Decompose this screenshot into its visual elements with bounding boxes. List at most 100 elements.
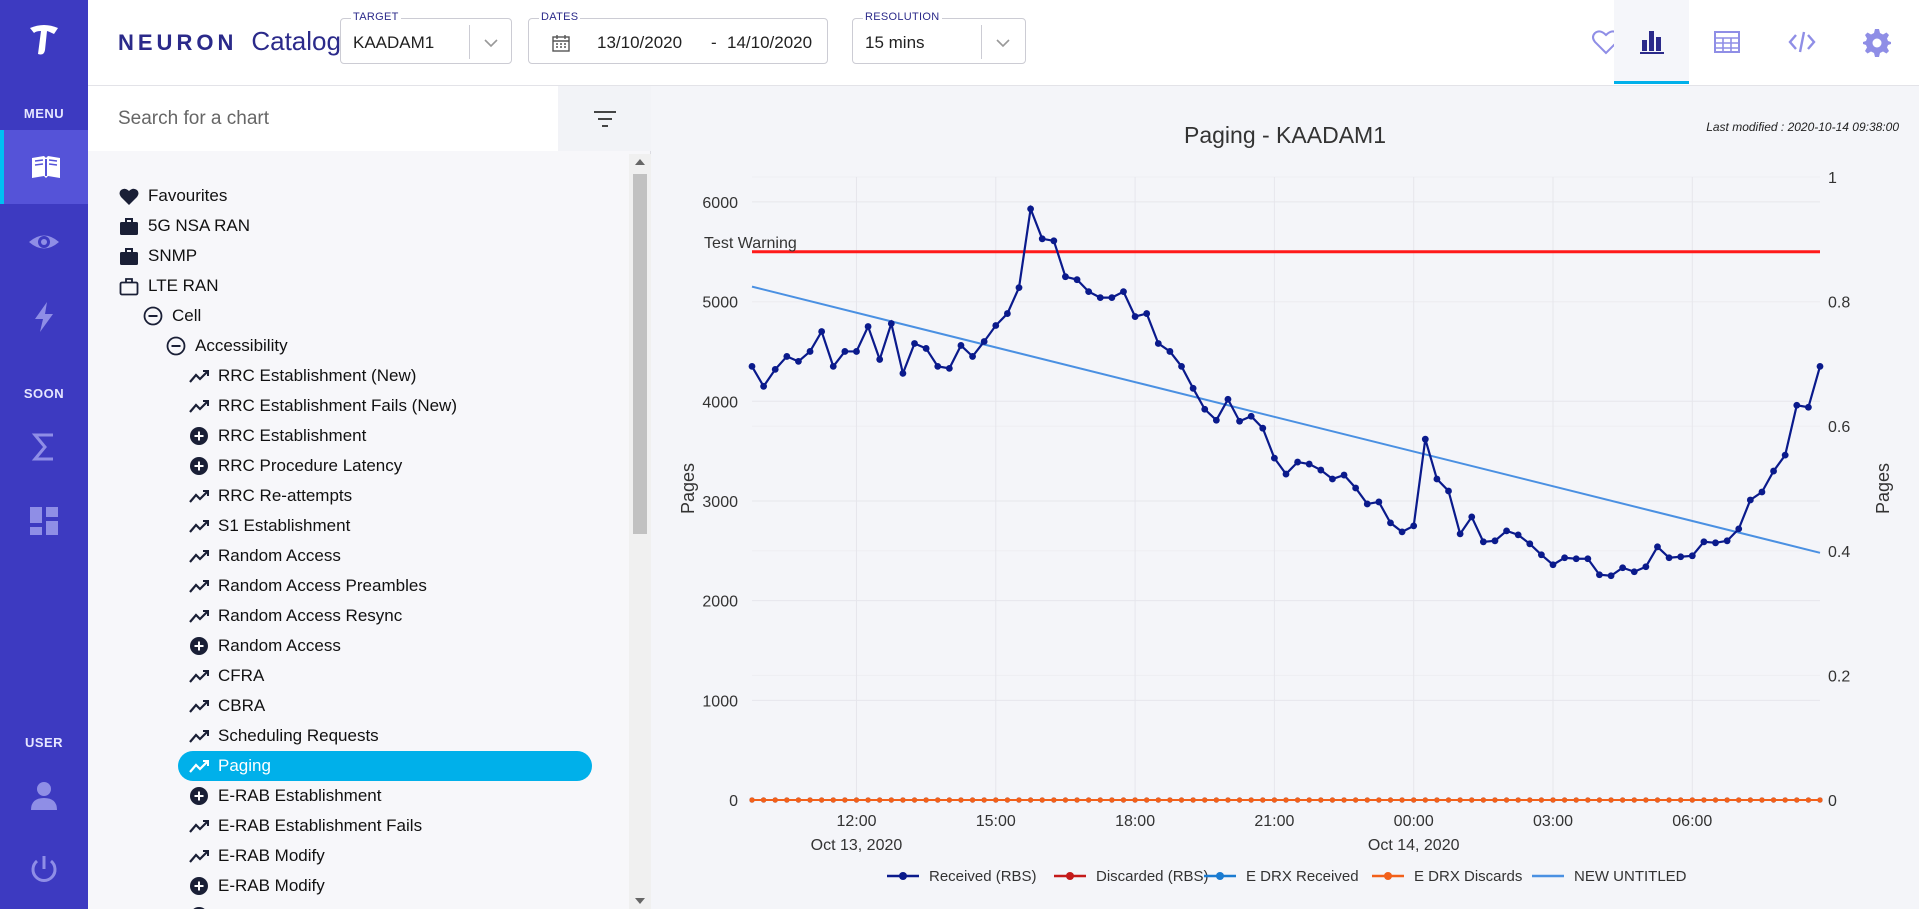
expand-plus-icon[interactable] [188,785,210,807]
collapse-minus-icon[interactable] [142,305,164,327]
filter-button[interactable] [558,86,651,151]
resolution-select[interactable]: RESOLUTION 15 mins [852,11,1026,64]
tree-item[interactable]: E-RAB Modify [188,842,325,870]
tree-item[interactable]: RRC Establishment (New) [188,362,416,390]
tree-item[interactable]: CBRA [188,692,265,720]
tree-item[interactable]: Cell [142,302,201,330]
lightning-icon[interactable] [0,280,88,354]
data-point [1736,797,1742,803]
data-point [772,797,778,803]
tree-item[interactable]: Admission Control [188,902,356,909]
data-point [1549,561,1557,569]
filter-icon[interactable] [593,109,617,129]
user-icon[interactable] [0,758,88,832]
tree-item[interactable]: Scheduling Requests [188,722,379,750]
legend-label: NEW UNTITLED [1574,868,1687,885]
tree-item[interactable]: RRC Establishment Fails (New) [188,392,457,420]
legend-item[interactable]: Received (RBS) [887,868,1037,885]
data-point [1341,797,1347,803]
tree-item-label: RRC Procedure Latency [218,456,403,475]
tree-item[interactable]: RRC Procedure Latency [188,452,402,480]
sidebar-scrollbar[interactable] [629,154,651,909]
tree-item[interactable]: Favourites [118,182,227,210]
collapse-minus-icon[interactable] [165,335,187,357]
settings-gear-icon[interactable] [1839,0,1914,84]
tree-item[interactable]: CFRA [188,662,264,690]
expand-plus-icon[interactable] [188,905,210,909]
tree-item-label: RRC Establishment (New) [218,366,417,385]
expand-plus-icon[interactable] [188,875,210,897]
data-point [1538,797,1544,803]
legend-item[interactable]: E DRX Received [1204,868,1359,885]
data-point [945,364,953,372]
dates-range[interactable]: DATES 13/10/2020 - 14/10/2020 [528,11,828,64]
target-select[interactable]: TARGET KAADAM1 [340,11,512,64]
dates-label: DATES [539,11,581,23]
tree-item[interactable]: E-RAB Establishment Fails [188,812,422,840]
dashboard-icon[interactable] [0,484,88,558]
tree-item[interactable]: E-RAB Modify [188,872,325,900]
expand-plus-icon[interactable] [188,455,210,477]
power-icon[interactable] [0,832,88,906]
scroll-down-icon[interactable] [635,897,645,905]
chart-catalog-sidebar: Favourites 5G NSA RAN SNMP LTE RAN Cell Acces… [88,86,651,909]
data-point [957,342,965,349]
tree-item[interactable]: Paging [178,751,592,781]
tree-item[interactable]: RRC Re-attempts [188,482,352,510]
tree-item[interactable]: LTE RAN [118,272,219,300]
tree-item[interactable]: Random Access [188,542,341,570]
expand-plus-icon[interactable] [188,425,210,447]
tree-item[interactable]: Accessibility [165,332,288,360]
bar-chart-view-icon[interactable] [1614,0,1689,84]
line-chart-icon [189,580,209,593]
data-point [1456,530,1464,538]
expand-plus-icon[interactable] [188,635,210,657]
sigma-icon[interactable] [0,410,88,484]
eye-icon[interactable] [0,205,88,279]
legend-item[interactable]: E DRX Discards [1372,868,1522,885]
table-view-icon[interactable] [1689,0,1764,84]
data-point [1027,205,1035,213]
scroll-up-icon[interactable] [635,158,645,166]
data-point [1630,568,1638,576]
data-point [876,356,884,363]
tree-item[interactable]: Random Access [188,632,341,660]
data-point [783,353,791,360]
tree-item[interactable]: SNMP [118,242,197,270]
data-point [1712,797,1719,803]
data-point [830,797,836,803]
code-view-icon[interactable] [1764,0,1839,84]
chevron-down-icon[interactable] [481,33,501,53]
data-point [1340,471,1348,479]
data-point [1282,470,1290,478]
tree-item[interactable]: RRC Establishment [188,422,366,450]
legend-item[interactable]: NEW UNTITLED [1532,868,1687,885]
tree-item[interactable]: S1 Establishment [188,512,350,540]
data-point [1166,348,1174,355]
legend-item[interactable]: Discarded (RBS) [1054,868,1209,885]
date-to[interactable]: 14/10/2020 [727,33,812,53]
line-chart-icon [189,610,209,623]
chevron-down-icon[interactable] [993,33,1013,53]
tree-item[interactable]: Random Access Resync [188,602,402,630]
scrollbar-thumb[interactable] [633,174,647,534]
telstra-logo-icon[interactable] [0,10,88,70]
date-from[interactable]: 13/10/2020 [597,33,682,53]
data-point [1131,313,1139,320]
catalog-book-icon[interactable] [0,130,88,204]
tree-item[interactable]: E-RAB Establishment [188,782,381,810]
brand-name: NEURON [118,30,238,55]
chart-panel: Last modified : 2020-10-14 09:38:00 Pagi… [652,86,1919,909]
data-point [935,797,941,803]
y-tick-label: 0 [729,793,738,810]
legend-marker [1216,872,1224,880]
x-tick-label: 12:00 [836,813,876,830]
y2-tick-label: 0 [1828,793,1837,810]
data-point [1607,572,1615,580]
chart-search-input[interactable] [88,86,558,151]
x-tick-date-label: Oct 14, 2020 [1368,837,1460,854]
tree-item[interactable]: Random Access Preambles [188,572,427,600]
tree-item[interactable]: 5G NSA RAN [118,212,250,240]
calendar-icon[interactable] [551,33,571,53]
briefcase-outline-icon [119,278,139,296]
